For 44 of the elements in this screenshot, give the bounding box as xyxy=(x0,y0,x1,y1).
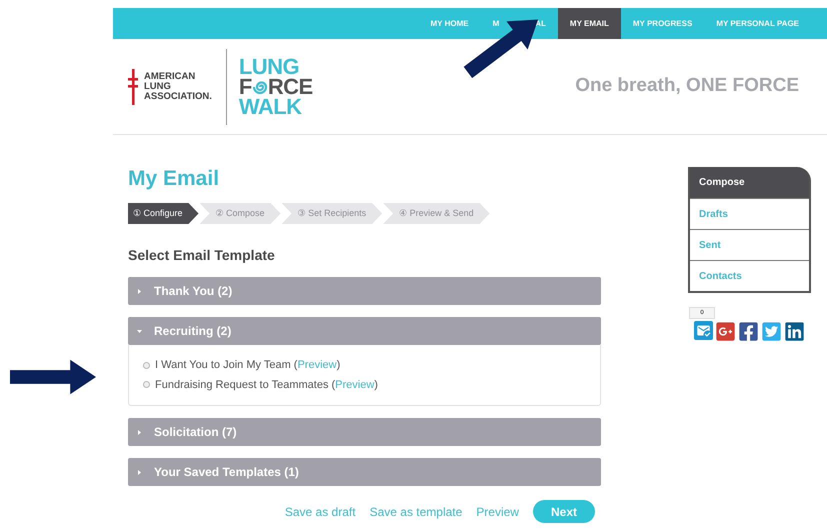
spiral-icon xyxy=(252,78,268,94)
caret-right-icon xyxy=(137,430,142,434)
step-tab[interactable]: ② Compose xyxy=(200,203,281,224)
facebook-icon[interactable] xyxy=(738,321,759,342)
caret-right-icon xyxy=(137,470,142,474)
email-share-icon[interactable] xyxy=(694,321,713,340)
action-link[interactable]: Preview xyxy=(476,502,519,520)
preview-link[interactable]: Preview xyxy=(297,359,337,371)
org-name-text: ASSOCIATION. xyxy=(144,92,212,102)
step-tab[interactable]: ④ Preview & Send xyxy=(383,203,490,224)
sidebar-item[interactable]: Compose xyxy=(690,167,809,198)
template-option: Fundraising Request to Teammates (Preview) xyxy=(155,376,378,393)
caret-down-icon xyxy=(137,328,142,334)
org-name-text: AMERICAN xyxy=(144,72,196,82)
walk-logo-text: WALK xyxy=(238,96,302,116)
page-title: My Email xyxy=(128,167,220,191)
accordion-header[interactable]: Solicitation (7) xyxy=(128,418,601,446)
next-button[interactable]: Next xyxy=(532,500,595,523)
section-title: Select Email Template xyxy=(128,246,276,265)
radio-button[interactable] xyxy=(143,362,150,369)
nav-link[interactable]: MY EMAIL xyxy=(558,8,621,39)
nav-link[interactable]: MY PROGRESS xyxy=(620,8,704,39)
walk-logo-text: LUNG xyxy=(238,56,300,76)
template-option: I Want You to Join My Team (Preview) xyxy=(155,357,340,374)
caret-right-icon xyxy=(137,288,142,294)
org-name-text: LUNG xyxy=(144,82,172,92)
action-link[interactable]: Save as draft xyxy=(284,502,356,520)
nav-link[interactable]: MY PERSONAL PAGE xyxy=(704,8,811,39)
linkedin-icon[interactable] xyxy=(784,321,805,342)
nav-link-text: M xyxy=(492,18,500,30)
accordion-header[interactable]: Your Saved Templates (1) xyxy=(128,458,601,486)
google-plus-icon[interactable] xyxy=(715,321,736,342)
walk-logo-text: RCE xyxy=(268,76,313,96)
action-link[interactable]: Save as template xyxy=(370,502,462,520)
radio-button[interactable] xyxy=(143,381,150,388)
accordion-header[interactable]: Recruiting (2) xyxy=(128,317,601,345)
step-tab[interactable]: ① Configure xyxy=(128,203,199,224)
cross-logo-icon xyxy=(128,68,138,104)
preview-link[interactable]: Preview xyxy=(335,378,374,390)
accordion-header[interactable]: Thank You (2) xyxy=(128,277,601,305)
tagline: One breath, ONE FORCE xyxy=(575,74,799,98)
step-tab[interactable]: ③ Set Recipients xyxy=(282,203,382,224)
walk-logo-text: F xyxy=(238,76,252,96)
nav-link[interactable]: MY HOME xyxy=(418,8,481,39)
